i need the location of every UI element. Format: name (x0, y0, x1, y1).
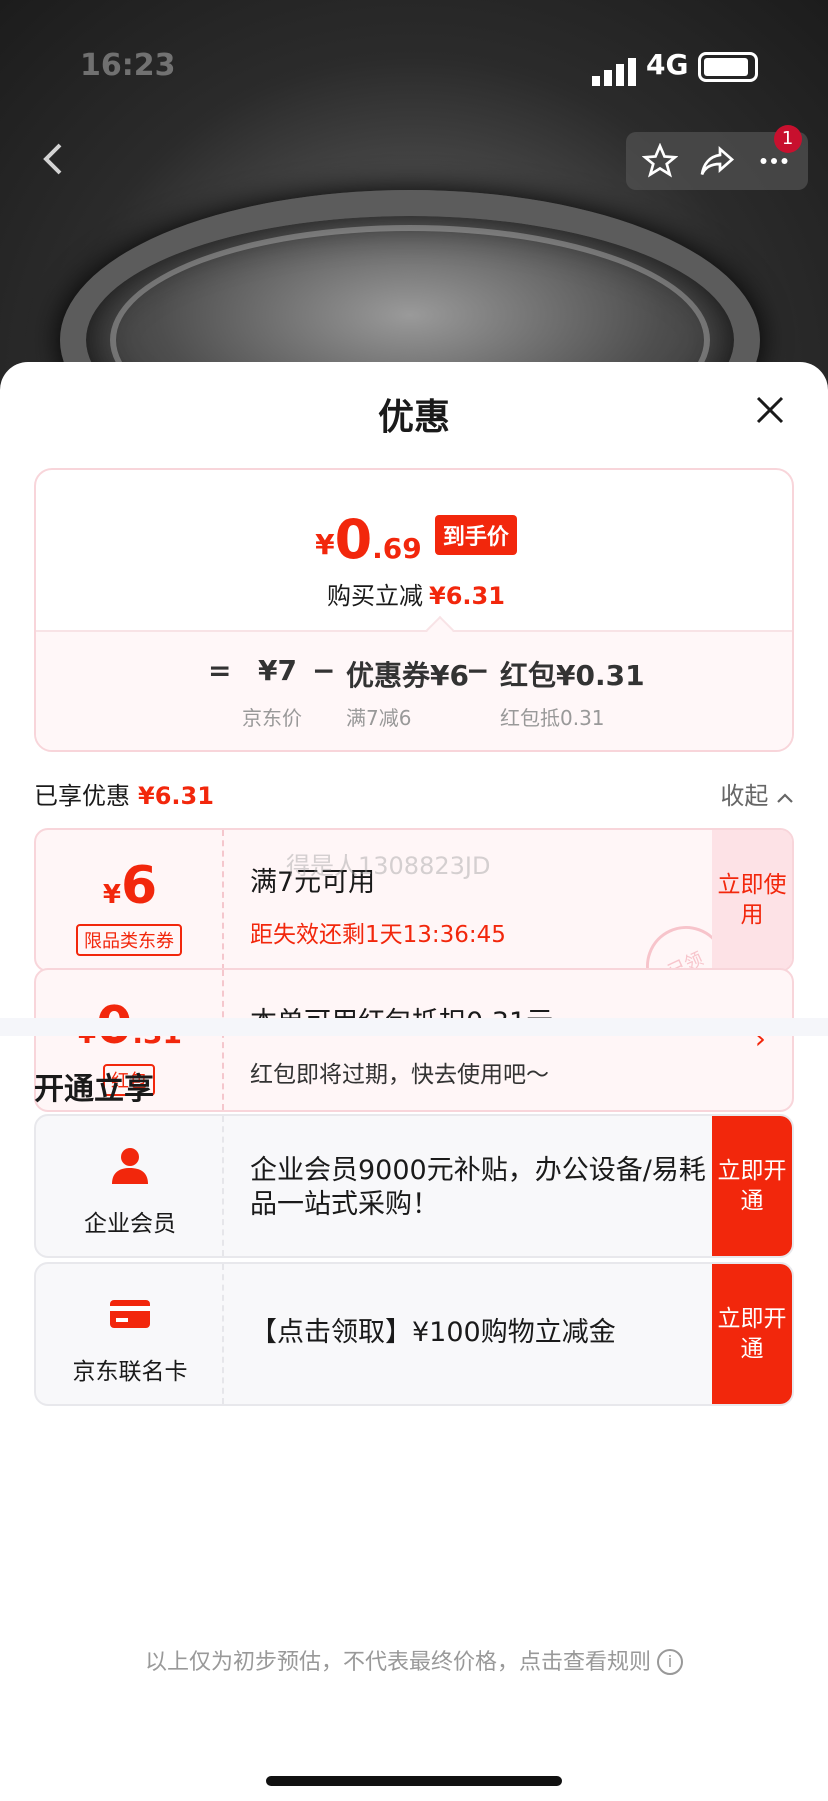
jd-card-label: 京东联名卡 (72, 1359, 188, 1385)
redpacket-info: 本单可用红包抵扣0.31元 红包即将过期，快去使用吧～ (250, 1000, 553, 1089)
formula-redpacket: 红包¥0.31 (500, 659, 645, 692)
formula-equals: = (208, 654, 232, 687)
enterprise-member-text: 企业会员9000元补贴，办公设备/易耗品一站式采购！ (250, 1155, 706, 1220)
formula-coupon: 优惠券¥6 (346, 659, 469, 692)
home-indicator (266, 1776, 562, 1786)
chevron-left-icon (43, 143, 62, 175)
info-icon[interactable]: i (657, 1649, 683, 1675)
enterprise-member-left: 企业会员 (36, 1116, 224, 1256)
final-price-tag: 到手价 (434, 515, 517, 555)
top-actions: 1 (626, 125, 808, 190)
coupon-amount-value: 6 (120, 856, 158, 916)
more-button[interactable]: 1 (752, 125, 802, 183)
notification-badge: 1 (773, 125, 802, 153)
enjoyed-value: ¥6.31 (138, 782, 214, 810)
use-coupon-button[interactable]: 立即使用 (712, 830, 792, 970)
credit-card-icon (108, 1292, 152, 1336)
discount-sheet: 优惠 ¥0.69 到手价 购买立减 ¥6.31 = ¥7 京东价 − 优惠券¥6 … (0, 362, 828, 1801)
formula-jd-price: ¥7 (258, 654, 297, 687)
chevron-up-icon (777, 793, 793, 803)
enjoyed-discount-row: 已享优惠 ¥6.31 收起 (34, 772, 794, 812)
redpacket-subtitle: 红包即将过期，快去使用吧～ (250, 1062, 549, 1088)
coupon-countdown: 距失效还剩1天13:36:45 (250, 922, 506, 948)
formula-coupon-label: 满7减6 (346, 706, 412, 730)
enterprise-member-card: 企业会员 企业会员9000元补贴，办公设备/易耗品一站式采购！ 立即开通 (34, 1114, 794, 1258)
collapse-label: 收起 (720, 782, 769, 810)
share-icon (700, 146, 735, 176)
price-formula: = ¥7 京东价 − 优惠券¥6 满7减6 − 红包¥0.31 红包抵0.31 (36, 630, 792, 750)
jd-card-left: 京东联名卡 (36, 1264, 224, 1404)
reduction-label: 购买立减 (327, 582, 424, 610)
coupon-card: ¥6 限品类东券 满7元可用 距失效还剩1天13:36:45 得是人130882… (34, 828, 794, 972)
coupon-kind: 限品类东券 (76, 924, 182, 956)
price-summary-card: ¥0.69 到手价 购买立减 ¥6.31 = ¥7 京东价 − 优惠券¥6 满7减… (34, 468, 794, 752)
jd-card-text: 【点击领取】¥100购物立减金 (250, 1317, 616, 1348)
formula-redpacket-label: 红包抵0.31 (500, 706, 605, 730)
status-bar: 16:23 4G (0, 0, 828, 130)
collapse-button[interactable]: 收起 (720, 776, 794, 811)
enjoyed-label: 已享优惠 (34, 782, 130, 810)
open-section-title: 开通立享 (34, 1072, 154, 1107)
favorite-button[interactable] (638, 139, 682, 183)
star-icon (642, 143, 679, 178)
section-divider (0, 1018, 828, 1036)
purchase-reduction: 购买立减 ¥6.31 (36, 576, 792, 611)
sheet-title: 优惠 (377, 397, 450, 438)
open-enterprise-button[interactable]: 立即开通 (712, 1116, 792, 1256)
share-button[interactable] (695, 139, 739, 183)
final-price: ¥0.69 到手价 (36, 508, 792, 571)
coupon-amount: ¥6 (36, 856, 224, 916)
watermark: 得是人1308823JD (286, 852, 491, 880)
user-icon (108, 1144, 152, 1188)
final-price-integer: 0 (334, 508, 373, 571)
price-top: ¥0.69 到手价 购买立减 ¥6.31 (36, 470, 792, 630)
enterprise-member-label: 企业会员 (84, 1211, 176, 1237)
jd-card-card: 京东联名卡 【点击领取】¥100购物立减金 立即开通 (34, 1262, 794, 1406)
coupon-value: ¥6 限品类东券 (36, 830, 224, 970)
network-type: 4G (646, 48, 689, 81)
formula-jd-price-label: 京东价 (242, 706, 302, 730)
footnote-text: 以上仅为初步预估，不代表最终价格，点击查看规则 (144, 1650, 651, 1675)
close-button[interactable] (752, 392, 788, 428)
formula-minus-2: − (466, 654, 490, 687)
reduction-value: ¥6.31 (429, 582, 505, 610)
close-icon (756, 396, 784, 424)
status-time: 16:23 (80, 48, 176, 83)
final-price-decimal: .69 (372, 532, 422, 565)
rules-footnote[interactable]: 以上仅为初步预估，不代表最终价格，点击查看规则 i (0, 1644, 828, 1676)
battery-icon (698, 52, 758, 82)
formula-minus: − (312, 654, 336, 687)
coupon-yen: ¥ (102, 880, 121, 910)
open-jd-card-button[interactable]: 立即开通 (712, 1264, 792, 1404)
enjoyed-label-wrap: 已享优惠 ¥6.31 (34, 776, 214, 811)
signal-icon (592, 58, 636, 86)
back-button[interactable] (24, 138, 80, 194)
final-price-yen: ¥ (315, 528, 335, 561)
